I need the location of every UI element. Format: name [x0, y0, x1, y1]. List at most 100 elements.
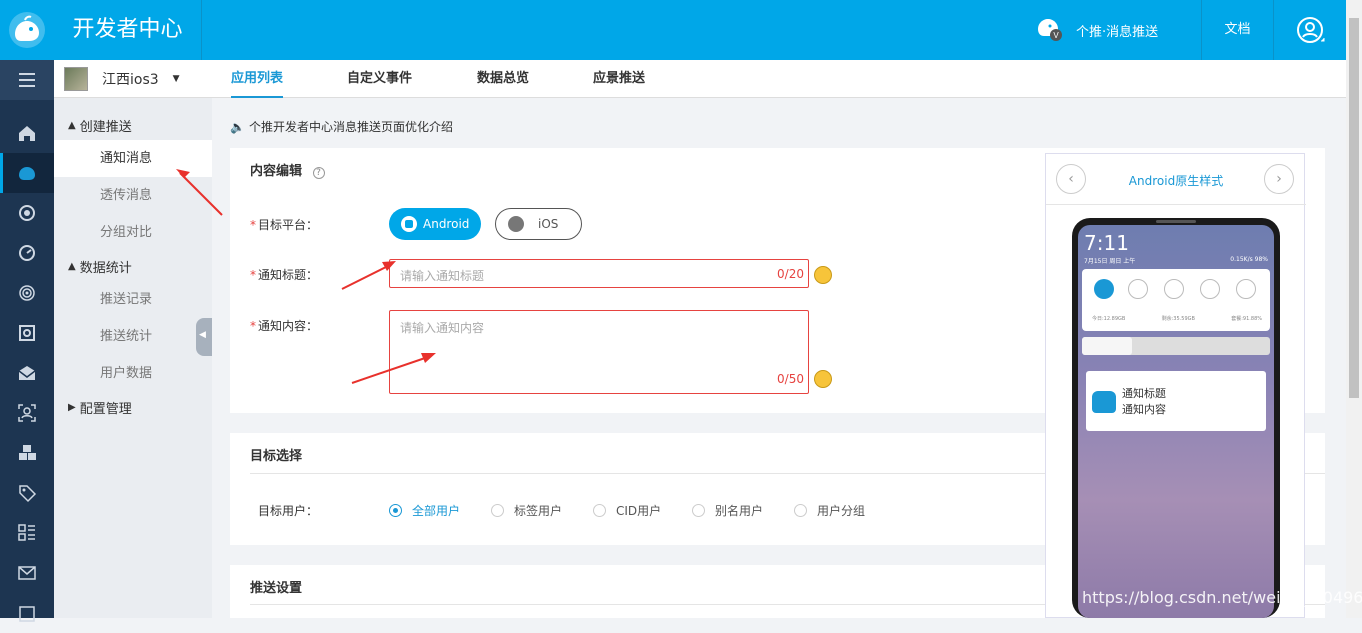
envelope-open-icon	[18, 366, 36, 380]
apple-icon	[508, 216, 524, 232]
message-nav[interactable]	[0, 553, 54, 593]
speaker-icon: 🔈	[230, 119, 245, 134]
phone-preview-panel: ‹ Android原生样式 › 7:11 7月15日 周日 上午 0.15K/s…	[1045, 153, 1306, 618]
flashlight-toggle-icon[interactable]	[1236, 279, 1256, 299]
platform-ios-button[interactable]: iOS	[495, 208, 582, 240]
getui-logo-icon[interactable]	[0, 0, 54, 60]
product-switch[interactable]: V 个推·消息推送	[1030, 0, 1202, 60]
radio-all-users[interactable]: 全部用户	[389, 502, 460, 519]
user-scan-nav[interactable]	[0, 393, 54, 433]
platform-android-button[interactable]: Android	[389, 208, 482, 240]
app-selector[interactable]: 江西ios3 ▼	[54, 60, 212, 98]
document-icon	[19, 606, 35, 622]
menu-toggle-button[interactable]	[0, 60, 54, 100]
doc-nav[interactable]	[0, 593, 54, 633]
eye-icon	[19, 205, 35, 221]
svg-text:V: V	[1053, 31, 1059, 40]
tab-custom-events[interactable]: 自定义事件	[347, 60, 412, 98]
sidebar-item-push-stats[interactable]: 推送统计	[54, 318, 212, 355]
clock-date: 7月15日 周日 上午	[1084, 258, 1136, 265]
sidebar-item-push-records[interactable]: 推送记录	[54, 281, 212, 318]
quick-settings-panel: 今日:12.89GB 剩余:35.59GB 套餐:91.88%	[1082, 269, 1270, 331]
sidebar-item-user-data[interactable]: 用户数据	[54, 355, 212, 392]
docs-link[interactable]: 文档	[1202, 0, 1274, 60]
help-icon[interactable]: ?	[312, 167, 325, 179]
user-menu-button[interactable]	[1274, 0, 1346, 60]
tag-nav[interactable]	[0, 473, 54, 513]
notice-link[interactable]: 🔈 个推开发者中心消息推送页面优化介绍	[230, 118, 453, 135]
group-create-push[interactable]: ▲ 创建推送	[68, 116, 132, 135]
group-statistics[interactable]: ▲ 数据统计	[68, 257, 132, 276]
phone-screen: 7:11 7月15日 周日 上午 0.15K/s 98% 今日:12.89GB 剩…	[1078, 225, 1274, 618]
safe-icon	[19, 325, 35, 341]
title-char-count: 0/20	[777, 267, 804, 281]
platform-label: * 目标平台：	[250, 218, 319, 232]
annotation-arrow-icon	[341, 261, 396, 290]
watermark-text: https://blog.csdn.net/weixin_40496191	[1082, 588, 1362, 607]
status-info: 0.15K/s 98%	[1230, 256, 1268, 263]
brand-title[interactable]: 开发者中心	[54, 0, 202, 60]
icon-sidebar	[0, 60, 54, 622]
platform-label-text: iOS	[538, 217, 559, 231]
preview-next-button[interactable]: ›	[1264, 164, 1294, 194]
usage-info: 今日:12.89GB 剩余:35.59GB 套餐:91.88%	[1092, 316, 1262, 322]
cubes-nav[interactable]	[0, 433, 54, 473]
scrollbar-thumb[interactable]	[1349, 18, 1359, 398]
top-bar: 开发者中心 V 个推·消息推送 文档	[0, 0, 1346, 60]
safe-nav[interactable]	[0, 313, 54, 353]
secondary-sidebar: 江西ios3 ▼ ▲ 创建推送 通知消息 透传消息 分组对比 ▲ 数据统计 推送记录…	[54, 60, 212, 618]
notification-title-input[interactable]: 请输入通知标题 0/20	[389, 259, 809, 288]
emoji-icon[interactable]	[814, 370, 832, 388]
eye-nav[interactable]	[0, 193, 54, 233]
fingerprint-nav[interactable]	[0, 273, 54, 313]
fingerprint-icon	[19, 285, 35, 301]
triangle-up-icon: ▲	[68, 261, 76, 272]
triangle-right-icon: ▶	[68, 402, 76, 413]
target-user-label: 目标用户：	[258, 504, 319, 518]
tab-data-overview[interactable]: 数据总览	[477, 60, 529, 98]
clock-time: 7:11	[1084, 231, 1129, 255]
product-name: 个推·消息推送	[1076, 24, 1159, 40]
radio-user-group[interactable]: 用户分组	[794, 502, 865, 519]
divider	[1046, 204, 1306, 205]
page-scrollbar[interactable]	[1346, 0, 1362, 618]
body-label: * 通知内容：	[250, 319, 319, 333]
user-scan-icon	[18, 404, 36, 422]
app-name: 江西ios3	[102, 71, 159, 88]
title-placeholder: 请输入通知标题	[400, 269, 485, 283]
push-nav[interactable]	[0, 153, 54, 193]
tab-scenario-push[interactable]: 应景推送	[593, 60, 645, 98]
analytics-nav[interactable]	[0, 233, 54, 273]
radio-tag-users[interactable]: 标签用户	[491, 502, 562, 519]
radio-alias-users[interactable]: 别名用户	[692, 502, 763, 519]
group-config[interactable]: ▶ 配置管理	[68, 398, 132, 417]
user-icon	[1297, 17, 1325, 43]
whale-icon	[19, 167, 35, 180]
body-char-count: 0/50	[777, 372, 804, 386]
sidebar-collapse-handle[interactable]: ◀	[196, 318, 212, 356]
home-nav[interactable]	[0, 113, 54, 153]
wifi-toggle-icon[interactable]	[1200, 279, 1220, 299]
top-tabs: 应用列表 自定义事件 数据总览 应景推送	[212, 60, 1346, 98]
notification-card[interactable]: 通知标题 通知内容	[1086, 371, 1266, 431]
group-label: 配置管理	[79, 402, 132, 417]
whale-product-icon: V	[1034, 11, 1068, 49]
group-label: 数据统计	[79, 261, 132, 276]
mail-nav[interactable]	[0, 353, 54, 393]
radio-cid-users[interactable]: CID用户	[593, 502, 661, 519]
section-title: 内容编辑 ?	[250, 160, 325, 179]
tag-icon	[19, 485, 37, 503]
battery-toggle-icon[interactable]	[1128, 279, 1148, 299]
caret-down-icon: ▼	[172, 73, 180, 84]
android-app-icon	[1092, 391, 1116, 413]
triangle-up-icon: ▲	[68, 120, 76, 131]
emoji-icon[interactable]	[814, 266, 832, 284]
data-toggle-icon[interactable]	[1094, 279, 1114, 299]
notification-body-textarea[interactable]: 请输入通知内容 0/50	[389, 310, 809, 394]
phone-frame: 7:11 7月15日 周日 上午 0.15K/s 98% 今日:12.89GB 剩…	[1072, 218, 1280, 618]
envelope-icon	[18, 566, 36, 580]
brightness-slider[interactable]	[1082, 337, 1270, 355]
tab-app-list[interactable]: 应用列表	[231, 60, 284, 98]
grid-nav[interactable]	[0, 513, 54, 553]
hotspot-toggle-icon[interactable]	[1164, 279, 1184, 299]
